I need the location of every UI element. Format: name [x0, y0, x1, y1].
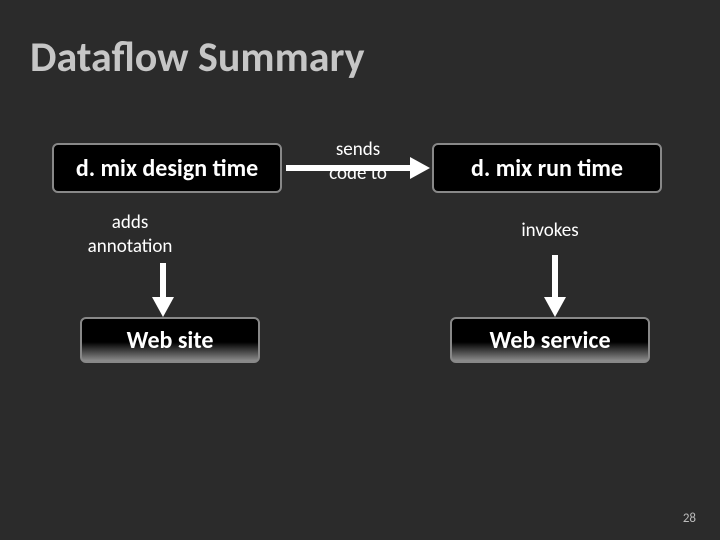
node-label: Web site	[127, 326, 214, 355]
arrow-down-icon	[148, 263, 178, 317]
slide-number: 28	[683, 511, 696, 526]
slide-title: Dataflow Summary	[0, 0, 720, 83]
edge-text: adds	[80, 211, 180, 235]
node-run-time: d. mix run time	[432, 143, 662, 193]
node-label: Web service	[489, 326, 610, 355]
edge-text: annotation	[80, 235, 180, 259]
node-web-service: Web service	[450, 317, 650, 363]
node-design-time: d. mix design time	[52, 143, 282, 193]
node-web-site: Web site	[80, 317, 260, 363]
node-label: d. mix design time	[76, 154, 258, 183]
node-label: d. mix run time	[471, 154, 623, 183]
arrow-down-icon	[540, 255, 570, 317]
edge-label-invokes: invokes	[470, 219, 630, 243]
edge-label-adds-annotation: adds annotation	[80, 211, 180, 259]
edge-text: invokes	[521, 219, 578, 242]
arrow-right-icon	[286, 153, 430, 183]
